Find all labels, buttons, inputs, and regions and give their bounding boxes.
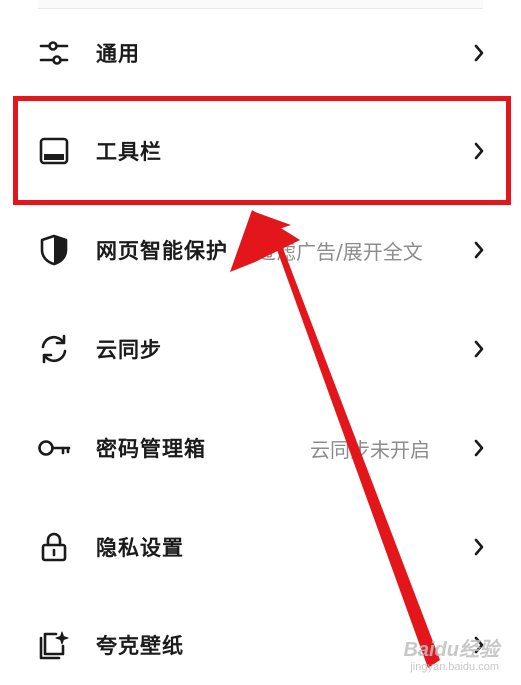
chevron-right-icon bbox=[471, 42, 487, 64]
sliders-icon bbox=[34, 33, 74, 73]
menu-item-privacy[interactable]: 隐私设置 bbox=[0, 507, 521, 587]
lock-icon bbox=[34, 527, 74, 567]
key-icon bbox=[34, 428, 74, 468]
menu-item-web-protection[interactable]: 网页智能保护 过滤广告/展开全文 bbox=[0, 210, 521, 290]
chevron-right-icon bbox=[471, 437, 487, 459]
highlight-box bbox=[13, 96, 511, 205]
chevron-right-icon bbox=[471, 338, 487, 360]
menu-item-subtitle: 过滤广告/展开全文 bbox=[256, 239, 423, 264]
baidu-watermark: Baidu经验 jingyan.baidu.com bbox=[403, 639, 499, 673]
sync-icon bbox=[34, 329, 74, 369]
menu-item-label: 密码管理箱 bbox=[96, 437, 206, 461]
wallpaper-icon bbox=[34, 625, 74, 665]
menu-item-label: 夸克壁纸 bbox=[96, 634, 184, 658]
menu-item-general[interactable]: 通用 bbox=[0, 13, 521, 93]
watermark-sub: jingyan.baidu.com bbox=[410, 660, 499, 673]
menu-item-cloud-sync[interactable]: 云同步 bbox=[0, 309, 521, 389]
menu-item-password-manager[interactable]: 密码管理箱 云同步未开启 bbox=[0, 408, 521, 488]
chevron-right-icon bbox=[471, 536, 487, 558]
menu-item-label: 隐私设置 bbox=[96, 536, 184, 560]
menu-item-label: 网页智能保护 bbox=[96, 239, 228, 263]
watermark-main: Baidu经验 bbox=[403, 638, 499, 661]
menu-item-label: 通用 bbox=[96, 42, 140, 66]
shield-icon bbox=[34, 230, 74, 270]
menu-item-label: 云同步 bbox=[96, 338, 162, 362]
chevron-right-icon bbox=[471, 239, 487, 261]
menu-item-subtitle: 云同步未开启 bbox=[310, 437, 430, 462]
